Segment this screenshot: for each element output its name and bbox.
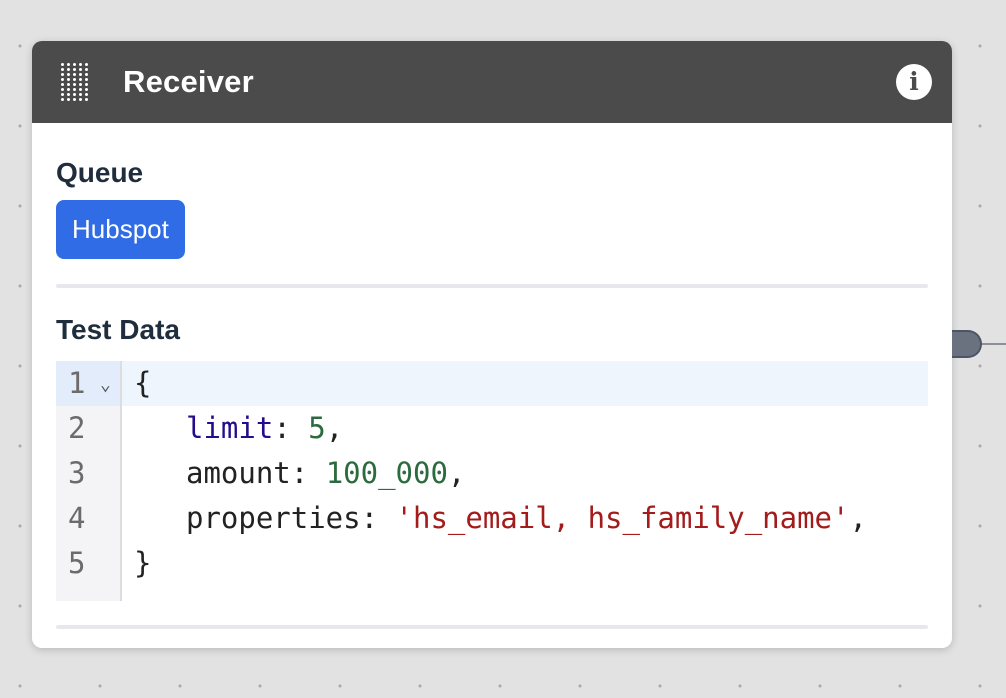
receiver-node[interactable]: Receiver i Queue Hubspot Test Data 1 ⌄ 2…	[32, 41, 952, 648]
code-comma: ,	[325, 411, 344, 445]
drag-handle-icon[interactable]	[61, 63, 88, 101]
line-number: 2	[68, 411, 86, 445]
code-line[interactable]: amount: 100_000,	[122, 451, 928, 496]
test-data-label: Test Data	[56, 314, 180, 345]
line-number: 3	[68, 456, 86, 490]
code-separator: :	[290, 456, 326, 490]
code-line[interactable]: {	[122, 361, 928, 406]
code-string: 'hs_email, hs_family_name'	[395, 501, 850, 535]
code-line[interactable]: limit: 5,	[122, 406, 928, 451]
code-line[interactable]: }	[122, 541, 928, 586]
code-area[interactable]: { limit: 5, amount: 100_000, properties:…	[122, 361, 928, 601]
test-data-editor[interactable]: 1 ⌄ 2 3 4 5 { limit: 5, amount: 100_000,…	[56, 361, 928, 601]
code-number: 100_000	[325, 456, 448, 490]
close-brace: }	[134, 546, 152, 580]
line-number: 1	[68, 366, 86, 400]
code-separator: :	[273, 411, 309, 445]
queue-label: Queue	[56, 157, 144, 188]
code-key: properties	[186, 501, 361, 535]
gutter-row: 3	[56, 451, 120, 496]
code-separator: :	[360, 501, 396, 535]
code-number: 5	[308, 411, 326, 445]
gutter-row: 5	[56, 541, 120, 586]
code-line[interactable]: properties: 'hs_email, hs_family_name',	[122, 496, 928, 541]
node-header[interactable]: Receiver i	[32, 41, 952, 123]
code-key: amount	[186, 456, 291, 490]
queue-tag-hubspot[interactable]: Hubspot	[56, 200, 185, 259]
fold-chevron-icon[interactable]: ⌄	[100, 362, 111, 407]
info-icon[interactable]: i	[896, 64, 932, 100]
gutter-row: 2	[56, 406, 120, 451]
gutter-row: 1 ⌄	[56, 361, 120, 406]
bottom-divider	[56, 625, 928, 629]
code-comma: ,	[849, 501, 867, 535]
code-comma: ,	[447, 456, 466, 490]
line-number-gutter: 1 ⌄ 2 3 4 5	[56, 361, 122, 601]
line-number: 5	[68, 546, 86, 580]
gutter-row: 4	[56, 496, 120, 541]
node-body: Queue Hubspot Test Data 1 ⌄ 2 3 4 5 {li…	[32, 123, 952, 629]
output-port-handle[interactable]	[952, 330, 982, 358]
open-brace: {	[134, 366, 152, 400]
connection-edge	[982, 343, 1006, 345]
line-number: 4	[68, 501, 86, 535]
node-title: Receiver	[123, 64, 254, 99]
code-key: limit	[186, 411, 274, 445]
